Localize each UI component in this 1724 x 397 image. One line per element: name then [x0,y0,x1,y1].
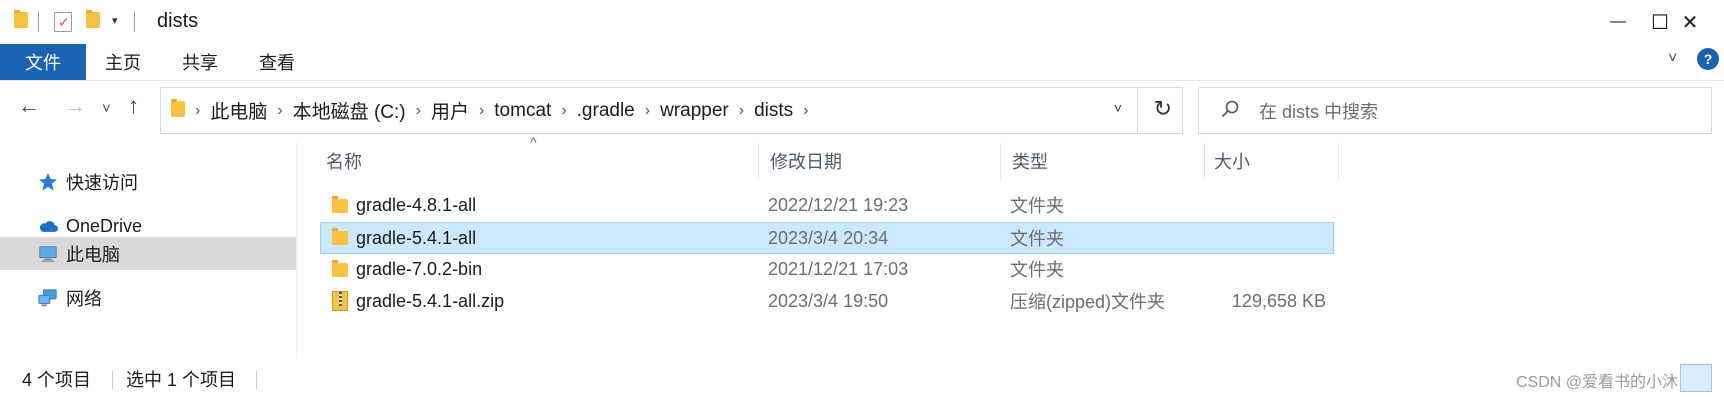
cloud-icon [38,216,58,236]
close-button[interactable]: ✕ [1655,0,1724,44]
file-type: 文件夹 [1010,196,1064,216]
star-icon [38,172,58,192]
computer-icon [38,244,58,264]
breadcrumb-separator-icon[interactable]: › [416,102,421,120]
navigation-pane: 快速访问 OneDrive 此电脑 网络 [0,150,296,350]
search-box[interactable]: 在 dists 中搜索 [1198,87,1712,134]
file-size [1210,190,1326,220]
nav-item-network[interactable]: 网络 [0,278,296,318]
pane-divider[interactable] [296,140,297,358]
status-item-count: 4 个项目 [22,370,92,390]
breadcrumb-separator-icon[interactable]: › [739,102,744,120]
column-separator[interactable] [1204,143,1205,179]
column-header-name[interactable]: 名称 [318,143,758,179]
breadcrumb-separator-icon[interactable]: › [195,102,200,120]
file-date: 2023/3/4 19:50 [768,290,889,311]
file-date: 2022/12/21 19:23 [768,194,909,215]
nav-item-this-pc[interactable]: 此电脑 [0,237,296,270]
breadcrumb: › 此电脑 › 本地磁盘 (C:) › 用户 › tomcat › .gradl… [191,88,818,133]
help-icon[interactable]: ? [1697,48,1719,70]
breadcrumb-separator-icon[interactable]: › [645,102,650,120]
forward-button[interactable]: → [64,95,86,117]
ribbon-tabs: 文件 主页 共享 查看 ˅ [0,44,1724,80]
column-header-date[interactable]: 修改日期 [762,143,1000,179]
folder-icon [332,196,348,213]
file-date: 2021/12/21 17:03 [768,258,909,279]
new-folder-icon[interactable] [86,10,100,28]
column-separator[interactable] [1000,143,1001,179]
title-bar: ▾ dists — ☐ ✕ [0,0,1724,44]
file-date: 2023/3/4 20:34 [768,227,889,248]
address-divider [1137,88,1138,133]
tab-file[interactable]: 文件 [0,44,86,80]
status-divider [112,370,113,390]
search-input[interactable]: 在 dists 中搜索 [1259,88,1378,133]
status-divider [256,370,257,390]
zip-folder-icon [332,291,348,311]
nav-item-label: OneDrive [66,215,143,236]
file-size [1210,254,1326,284]
file-row[interactable]: gradle-5.4.1-all 2023/3/4 20:34 文件夹 [320,222,1334,254]
breadcrumb-separator-icon[interactable]: › [561,102,566,120]
status-selected-count: 选中 1 个项目 [126,370,237,390]
breadcrumb-this-pc[interactable]: 此电脑 [210,97,267,124]
column-header-size[interactable]: 大小 [1206,143,1338,179]
tab-share[interactable]: 共享 [160,44,240,80]
search-icon [1221,100,1239,118]
ribbon-divider [0,80,1724,81]
column-separator[interactable] [758,143,759,179]
folder-icon [332,260,348,277]
tab-view[interactable]: 查看 [240,44,314,80]
breadcrumb-gradle[interactable]: .gradle [577,100,635,122]
window-title: dists [157,10,199,32]
file-size: 129,658 KB [1231,290,1326,311]
address-bar[interactable]: › 此电脑 › 本地磁盘 (C:) › 用户 › tomcat › .gradl… [160,87,1183,134]
folder-icon [14,10,28,28]
breadcrumb-dists[interactable]: dists [754,100,793,122]
file-name: gradle-7.0.2-bin [356,258,483,279]
tab-home[interactable]: 主页 [86,44,160,80]
file-row[interactable]: gradle-4.8.1-all 2022/12/21 19:23 文件夹 [320,190,1334,222]
file-row[interactable]: gradle-7.0.2-bin 2021/12/21 17:03 文件夹 [320,254,1334,286]
nav-item-label: 网络 [66,289,102,309]
up-button[interactable]: ↑ [128,95,139,117]
breadcrumb-users[interactable]: 用户 [431,97,469,124]
customize-toolbar-icon[interactable]: ▾ [112,14,118,27]
breadcrumb-tomcat[interactable]: tomcat [494,100,551,122]
file-name: gradle-5.4.1-all.zip [356,290,505,311]
recent-locations-button[interactable]: ˅ [102,101,111,116]
breadcrumb-separator-icon[interactable]: › [803,102,808,120]
address-history-chevron-icon[interactable]: ˅ [1114,100,1122,116]
nav-item-label: 快速访问 [66,173,138,193]
folder-icon [171,99,185,117]
column-header-type[interactable]: 类型 [1004,143,1204,179]
nav-item-label: 此电脑 [66,244,120,265]
nav-item-quick-access[interactable]: 快速访问 [0,162,296,202]
file-name: gradle-4.8.1-all [356,194,477,215]
breadcrumb-wrapper[interactable]: wrapper [660,100,729,122]
file-name: gradle-5.4.1-all [356,227,477,248]
minimize-icon: — [1610,13,1626,30]
breadcrumb-separator-icon[interactable]: › [479,102,484,120]
status-bar: 4 个项目 选中 1 个项目 CSDN @爱看书的小沐 [0,362,1724,397]
file-size [1210,223,1326,253]
properties-icon[interactable] [54,12,72,32]
folder-icon [332,228,348,245]
watermark: CSDN @爱看书的小沐 [1516,374,1679,391]
back-button[interactable]: ← [18,95,40,117]
breadcrumb-separator-icon[interactable]: › [277,102,282,120]
file-type: 压缩(zipped)文件夹 [1010,292,1166,312]
breadcrumb-local-disk[interactable]: 本地磁盘 (C:) [293,97,406,124]
expand-ribbon-icon[interactable]: ˅ [1668,50,1677,68]
file-type: 文件夹 [1010,229,1064,249]
refresh-button[interactable]: ↻ [1154,96,1172,122]
file-type: 文件夹 [1010,260,1064,280]
quick-access-separator [38,12,39,32]
file-row[interactable]: gradle-5.4.1-all.zip 2023/3/4 19:50 压缩(z… [320,286,1334,318]
network-icon [38,288,58,308]
column-separator[interactable] [1338,143,1339,179]
details-view-button[interactable] [1680,364,1712,392]
quick-access-separator [134,12,135,32]
close-icon: ✕ [1681,11,1699,34]
